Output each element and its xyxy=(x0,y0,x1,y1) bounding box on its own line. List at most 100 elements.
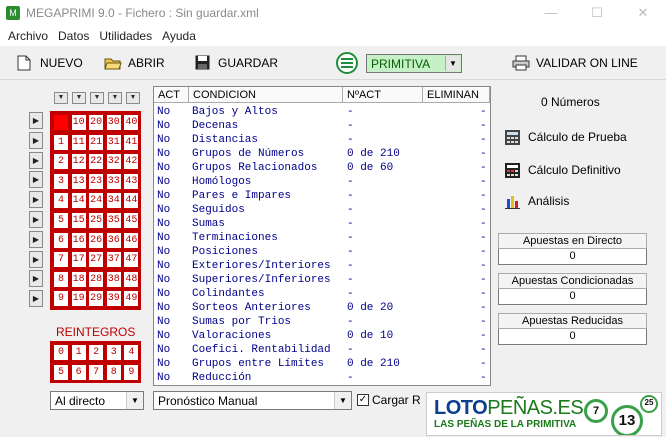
table-row[interactable]: No Exteriores/Interiores - - xyxy=(154,259,490,273)
number-cell[interactable]: 49 xyxy=(123,290,140,308)
number-cell[interactable]: 17 xyxy=(70,251,87,269)
reintegro-cell[interactable]: 6 xyxy=(70,364,87,381)
number-cell[interactable]: 18 xyxy=(70,270,87,288)
cargar-checkbox[interactable]: ✓ xyxy=(357,394,369,406)
minimize-button[interactable]: — xyxy=(528,0,574,26)
table-row[interactable]: No Distancias - - xyxy=(154,133,490,147)
number-cell[interactable]: 20 xyxy=(88,114,105,131)
reintegro-cell[interactable]: 4 xyxy=(123,344,140,361)
table-row[interactable]: No Homólogos - - xyxy=(154,175,490,189)
number-cell[interactable]: 5 xyxy=(53,212,69,229)
table-row[interactable]: No Superiores/Inferiores - - xyxy=(154,273,490,287)
number-cell[interactable]: 48 xyxy=(123,270,140,288)
number-cell[interactable]: 12 xyxy=(70,153,87,171)
number-cell[interactable]: 19 xyxy=(70,290,87,308)
number-cell[interactable]: 3 xyxy=(53,172,69,190)
table-row[interactable]: No Valoraciones 0 de 10 - xyxy=(154,329,490,343)
number-cell[interactable]: 22 xyxy=(88,153,105,171)
number-cell[interactable]: 6 xyxy=(53,231,69,249)
forecast-select[interactable]: Pronóstico Manual ▼ xyxy=(153,391,352,410)
table-row[interactable]: No Terminaciones - - xyxy=(154,231,490,245)
row-arrow-button[interactable]: ▶ xyxy=(29,250,43,268)
table-row[interactable]: No Decenas - - xyxy=(154,119,490,133)
number-cell[interactable]: 2 xyxy=(53,153,69,171)
table-row[interactable]: No Grupos de Números 0 de 210 - xyxy=(154,147,490,161)
column-arrow-button[interactable]: ▼ xyxy=(72,92,86,104)
column-arrow-button[interactable]: ▼ xyxy=(108,92,122,104)
number-cell[interactable]: 34 xyxy=(105,192,122,210)
number-cell[interactable]: 36 xyxy=(105,231,122,249)
reintegro-cell[interactable]: 7 xyxy=(88,364,105,381)
header-nact[interactable]: NºACT xyxy=(343,87,423,103)
table-row[interactable]: No Sumas - - xyxy=(154,217,490,231)
number-cell[interactable]: 4 xyxy=(53,192,69,210)
number-cell[interactable]: 41 xyxy=(123,133,140,151)
row-arrow-button[interactable]: ▶ xyxy=(29,290,43,308)
row-arrow-button[interactable]: ▶ xyxy=(29,211,43,228)
analisis-button[interactable]: Análisis xyxy=(504,191,569,211)
number-cell[interactable]: 45 xyxy=(123,212,140,229)
close-button[interactable]: ✕ xyxy=(620,0,666,26)
number-cell[interactable]: 35 xyxy=(105,212,122,229)
column-arrow-button[interactable]: ▼ xyxy=(54,92,68,104)
row-arrow-button[interactable]: ▶ xyxy=(29,191,43,209)
row-arrow-button[interactable]: ▶ xyxy=(29,131,43,149)
number-cell[interactable]: 40 xyxy=(123,114,140,131)
table-row[interactable]: No Bajos y Altos - - xyxy=(154,105,490,119)
abrir-button[interactable]: ABRIR xyxy=(104,53,165,73)
validar-online-button[interactable]: VALIDAR ON LINE xyxy=(512,53,638,73)
number-cell[interactable]: 28 xyxy=(88,270,105,288)
number-cell[interactable]: 37 xyxy=(105,251,122,269)
number-cell[interactable]: 8 xyxy=(53,270,69,288)
reintegro-cell[interactable]: 3 xyxy=(105,344,122,361)
number-cell[interactable]: 30 xyxy=(105,114,122,131)
reintegro-cell[interactable]: 5 xyxy=(53,364,69,381)
menu-utilidades[interactable]: Utilidades xyxy=(94,29,157,43)
reintegro-cell[interactable]: 8 xyxy=(105,364,122,381)
row-arrow-button[interactable]: ▶ xyxy=(29,230,43,248)
number-cell[interactable]: 24 xyxy=(88,192,105,210)
number-cell[interactable]: 32 xyxy=(105,153,122,171)
number-cell[interactable]: 11 xyxy=(70,133,87,151)
column-arrow-button[interactable]: ▼ xyxy=(90,92,104,104)
number-cell[interactable]: 39 xyxy=(105,290,122,308)
calculo-prueba-button[interactable]: Cálculo de Prueba xyxy=(504,127,627,147)
header-act[interactable]: ACT xyxy=(154,87,189,103)
number-cell[interactable]: 1 xyxy=(53,133,69,151)
number-cell[interactable]: 42 xyxy=(123,153,140,171)
column-arrow-button[interactable]: ▼ xyxy=(126,92,140,104)
number-cell[interactable]: 46 xyxy=(123,231,140,249)
number-cell[interactable]: 7 xyxy=(53,251,69,269)
table-row[interactable]: No Seguidos - - xyxy=(154,203,490,217)
number-cell[interactable]: 38 xyxy=(105,270,122,288)
table-row[interactable]: No Reducción - - xyxy=(154,371,490,385)
guardar-button[interactable]: GUARDAR xyxy=(194,53,278,73)
row-arrow-button[interactable]: ▶ xyxy=(29,151,43,169)
table-row[interactable]: No Pares e Impares - - xyxy=(154,189,490,203)
number-cell[interactable] xyxy=(53,114,69,131)
game-select[interactable]: PRIMITIVA ▼ xyxy=(366,54,462,73)
number-cell[interactable]: 26 xyxy=(88,231,105,249)
number-cell[interactable]: 16 xyxy=(70,231,87,249)
header-condicion[interactable]: CONDICION xyxy=(189,87,343,103)
table-row[interactable]: No Sorteos Anteriores 0 de 20 - xyxy=(154,301,490,315)
number-cell[interactable]: 33 xyxy=(105,172,122,190)
menu-ayuda[interactable]: Ayuda xyxy=(157,29,201,43)
table-row[interactable]: No Grupos Relacionados 0 de 60 - xyxy=(154,161,490,175)
row-arrow-button[interactable]: ▶ xyxy=(29,171,43,189)
reintegro-cell[interactable]: 9 xyxy=(123,364,140,381)
header-eliminan[interactable]: ELIMINAN xyxy=(423,87,490,103)
reintegro-cell[interactable]: 0 xyxy=(53,344,69,361)
table-row[interactable]: No Grupos entre Límites 0 de 210 - xyxy=(154,357,490,371)
reintegro-cell[interactable]: 2 xyxy=(88,344,105,361)
number-cell[interactable]: 10 xyxy=(70,114,87,131)
lotopenas-banner[interactable]: LOTOPEÑAS.ES LAS PEÑAS DE LA PRIMITIVA 7… xyxy=(426,392,662,436)
number-cell[interactable]: 31 xyxy=(105,133,122,151)
number-cell[interactable]: 13 xyxy=(70,172,87,190)
nuevo-button[interactable]: NUEVO xyxy=(16,53,83,73)
reintegro-cell[interactable]: 1 xyxy=(70,344,87,361)
calculo-definitivo-button[interactable]: Cálculo Definitivo xyxy=(504,160,621,180)
row-arrow-button[interactable]: ▶ xyxy=(29,270,43,288)
number-cell[interactable]: 21 xyxy=(88,133,105,151)
number-cell[interactable]: 9 xyxy=(53,290,69,308)
